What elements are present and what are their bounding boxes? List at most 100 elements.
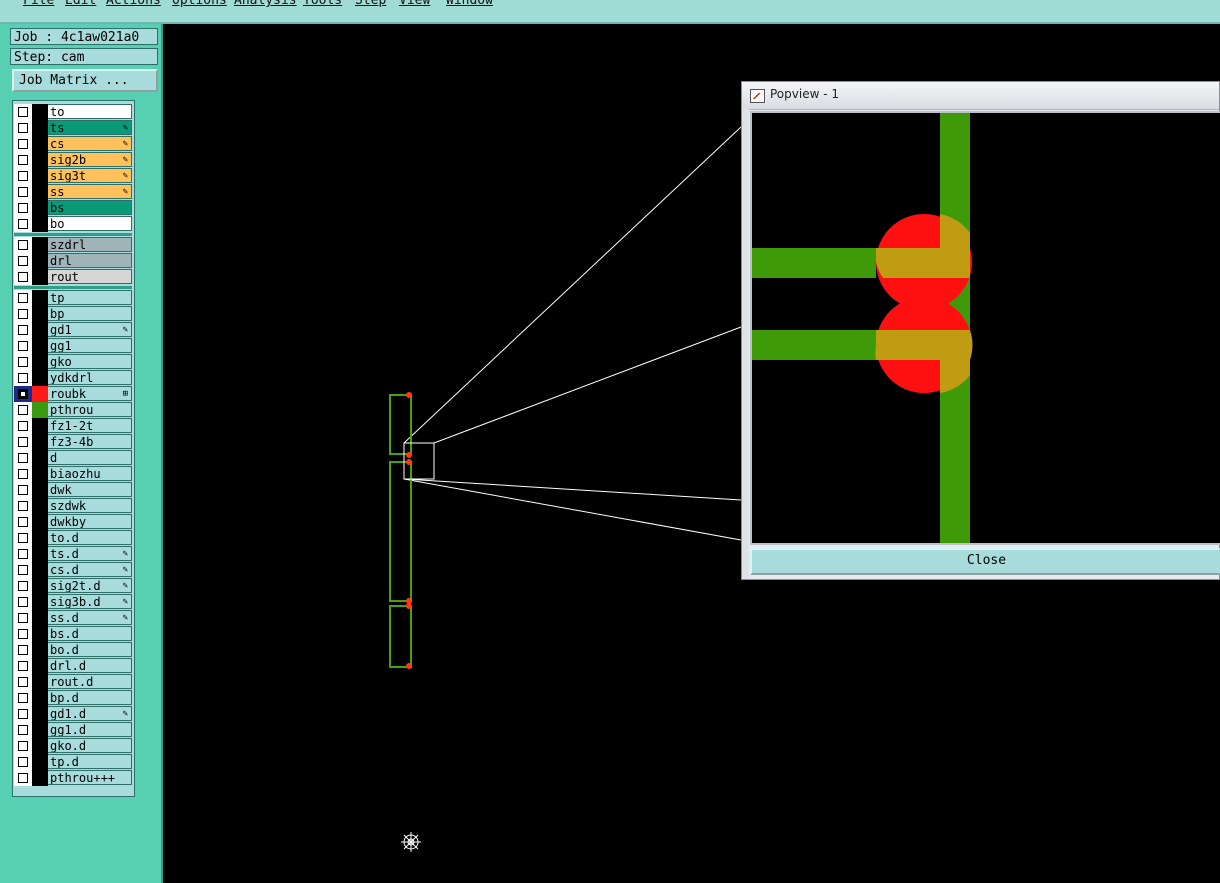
- layer-checkbox[interactable]: [18, 203, 28, 213]
- layer-color-swatch[interactable]: [32, 658, 48, 674]
- layer-color-swatch[interactable]: [32, 386, 48, 402]
- menu-options[interactable]: Options: [172, 0, 227, 8]
- menu-tools[interactable]: Tools: [303, 0, 342, 8]
- layer-color-swatch[interactable]: [32, 530, 48, 546]
- layer-row-cs-d[interactable]: cs.d ✎: [14, 562, 132, 578]
- layer-color-swatch[interactable]: [32, 706, 48, 722]
- layer-color-swatch[interactable]: [32, 514, 48, 530]
- layer-color-swatch[interactable]: [32, 546, 48, 562]
- layer-color-swatch[interactable]: [32, 338, 48, 354]
- layer-checkbox[interactable]: [18, 741, 28, 751]
- layer-row-dwk[interactable]: dwk: [14, 482, 132, 498]
- layer-row-fz3-4b[interactable]: fz3-4b: [14, 434, 132, 450]
- layer-checkbox[interactable]: [18, 773, 28, 783]
- layer-color-swatch[interactable]: [32, 562, 48, 578]
- layer-checkbox[interactable]: [18, 533, 28, 543]
- layer-checkbox[interactable]: [18, 219, 28, 229]
- layer-row-gd1-d[interactable]: gd1.d ✎: [14, 706, 132, 722]
- layer-checkbox[interactable]: [18, 629, 28, 639]
- popview-zoom-view[interactable]: [750, 111, 1220, 545]
- layer-row-szdrl[interactable]: szdrl: [14, 237, 132, 253]
- layer-color-swatch[interactable]: [32, 450, 48, 466]
- layer-color-swatch[interactable]: [32, 290, 48, 306]
- layer-checkbox[interactable]: [18, 256, 28, 266]
- layer-row-sig2t-d[interactable]: sig2t.d ✎: [14, 578, 132, 594]
- layer-checkbox[interactable]: [18, 389, 28, 399]
- layer-checkbox[interactable]: [18, 187, 28, 197]
- layer-checkbox[interactable]: [18, 757, 28, 767]
- layer-row-bo[interactable]: bo: [14, 216, 132, 232]
- layer-color-swatch[interactable]: [32, 754, 48, 770]
- layer-checkbox[interactable]: [18, 469, 28, 479]
- layer-checkbox[interactable]: [18, 709, 28, 719]
- layer-color-swatch[interactable]: [32, 370, 48, 386]
- layer-row-bs-d[interactable]: bs.d: [14, 626, 132, 642]
- layer-checkbox[interactable]: [18, 373, 28, 383]
- layer-color-swatch[interactable]: [32, 104, 48, 120]
- layer-row-cs[interactable]: cs ✎: [14, 136, 132, 152]
- layer-color-swatch[interactable]: [32, 434, 48, 450]
- job-matrix-button[interactable]: Job Matrix ...: [12, 69, 158, 92]
- layer-color-swatch[interactable]: [32, 498, 48, 514]
- layer-color-swatch[interactable]: [32, 578, 48, 594]
- layer-checkbox[interactable]: [18, 437, 28, 447]
- layer-row-dwkby[interactable]: dwkby: [14, 514, 132, 530]
- layer-row-pthrou-[interactable]: pthrou+++: [14, 770, 132, 786]
- layer-color-swatch[interactable]: [32, 354, 48, 370]
- layer-checkbox[interactable]: [18, 309, 28, 319]
- layer-row-gko[interactable]: gko: [14, 354, 132, 370]
- layer-row-gg1[interactable]: gg1: [14, 338, 132, 354]
- layer-checkbox[interactable]: [18, 661, 28, 671]
- layer-row-drl-d[interactable]: drl.d: [14, 658, 132, 674]
- layer-checkbox[interactable]: [18, 453, 28, 463]
- layer-color-swatch[interactable]: [32, 418, 48, 434]
- layer-row-roubk[interactable]: roubk ⊞: [14, 386, 132, 402]
- layer-checkbox[interactable]: [18, 272, 28, 282]
- layer-checkbox[interactable]: [18, 341, 28, 351]
- layer-color-swatch[interactable]: [32, 770, 48, 786]
- layer-color-swatch[interactable]: [32, 200, 48, 216]
- layer-row-biaozhu[interactable]: biaozhu: [14, 466, 132, 482]
- layer-row-sig2b[interactable]: sig2b ✎: [14, 152, 132, 168]
- layer-row-bo-d[interactable]: bo.d: [14, 642, 132, 658]
- layer-checkbox[interactable]: [18, 501, 28, 511]
- layer-row-d[interactable]: d: [14, 450, 132, 466]
- layer-checkbox[interactable]: [18, 421, 28, 431]
- menu-analysis[interactable]: Analysis: [234, 0, 297, 8]
- layer-color-swatch[interactable]: [32, 269, 48, 285]
- layer-color-swatch[interactable]: [32, 594, 48, 610]
- layer-checkbox[interactable]: [18, 357, 28, 367]
- layer-row-fz1-2t[interactable]: fz1-2t: [14, 418, 132, 434]
- layer-row-ts[interactable]: ts ✎: [14, 120, 132, 136]
- popview-window[interactable]: Popview - 1 Close: [741, 81, 1220, 580]
- layer-color-swatch[interactable]: [32, 482, 48, 498]
- layer-checkbox[interactable]: [18, 293, 28, 303]
- layer-checkbox[interactable]: [18, 613, 28, 623]
- layer-row-ss-d[interactable]: ss.d ✎: [14, 610, 132, 626]
- layer-row-tp-d[interactable]: tp.d: [14, 754, 132, 770]
- layer-color-swatch[interactable]: [32, 738, 48, 754]
- layer-checkbox[interactable]: [18, 725, 28, 735]
- layer-checkbox[interactable]: [18, 677, 28, 687]
- layer-color-swatch[interactable]: [32, 136, 48, 152]
- menu-file[interactable]: File: [23, 0, 54, 8]
- layer-color-swatch[interactable]: [32, 642, 48, 658]
- layer-color-swatch[interactable]: [32, 184, 48, 200]
- layer-color-swatch[interactable]: [32, 152, 48, 168]
- layer-row-rout[interactable]: rout: [14, 269, 132, 285]
- layer-row-ss[interactable]: ss ✎: [14, 184, 132, 200]
- layer-row-gd1[interactable]: gd1 ✎: [14, 322, 132, 338]
- layer-color-swatch[interactable]: [32, 722, 48, 738]
- close-button[interactable]: Close: [750, 548, 1220, 575]
- layer-checkbox[interactable]: [18, 517, 28, 527]
- layer-row-bp-d[interactable]: bp.d: [14, 690, 132, 706]
- layer-color-swatch[interactable]: [32, 237, 48, 253]
- layer-row-to[interactable]: to: [14, 104, 132, 120]
- layer-color-swatch[interactable]: [32, 168, 48, 184]
- layer-checkbox[interactable]: [18, 240, 28, 250]
- layer-row-ts-d[interactable]: ts.d ✎: [14, 546, 132, 562]
- layer-row-tp[interactable]: tp: [14, 290, 132, 306]
- layer-color-swatch[interactable]: [32, 253, 48, 269]
- layer-checkbox[interactable]: [18, 123, 28, 133]
- layer-color-swatch[interactable]: [32, 466, 48, 482]
